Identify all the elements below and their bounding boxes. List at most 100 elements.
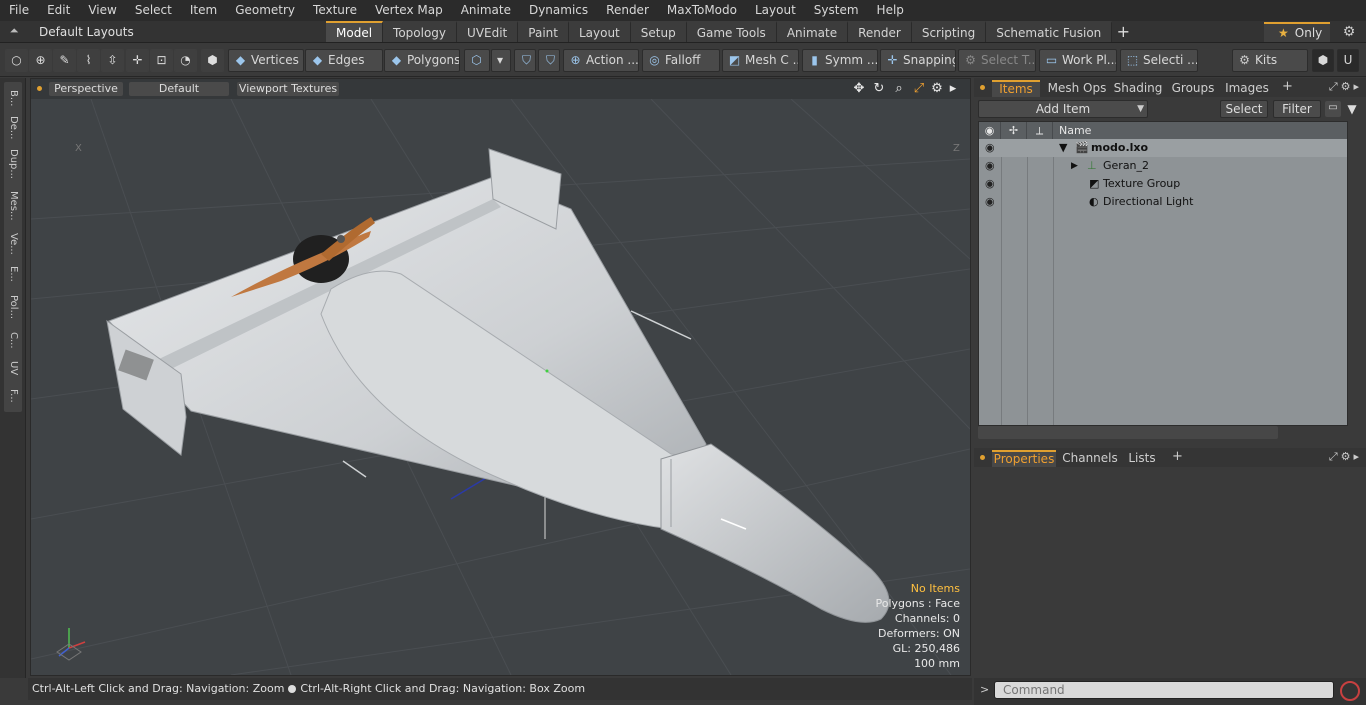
edges-button[interactable]: ◆ Edges	[305, 49, 383, 72]
eye-icon[interactable]: ◉	[985, 175, 999, 193]
globe-icon[interactable]: ⊕	[29, 49, 52, 72]
3d-viewport[interactable]: Perspective Default Viewport Textures ✥ …	[30, 78, 971, 676]
rotate-icon[interactable]: ◔	[174, 49, 197, 72]
lock-header-icon[interactable]: ✢	[1001, 122, 1027, 139]
tab-paint[interactable]: Paint	[518, 21, 569, 42]
symmetry-button[interactable]: ▮ Symm ...	[802, 49, 878, 72]
tab-game-tools[interactable]: Game Tools	[686, 21, 777, 42]
orbit-icon[interactable]: ↻	[871, 81, 887, 97]
layout-dropdown[interactable]: Default Layouts ▾	[30, 23, 140, 57]
symmetry-shield-icon[interactable]: ⛉	[514, 49, 536, 72]
menu-vertex-map[interactable]: Vertex Map	[366, 0, 452, 21]
material-dropdown-icon[interactable]: ▾	[491, 49, 511, 72]
menu-file[interactable]: File	[0, 0, 38, 21]
pan-icon[interactable]: ✥	[851, 81, 867, 97]
tab-properties[interactable]: Properties	[992, 450, 1056, 467]
scale-icon[interactable]: ⊡	[150, 49, 173, 72]
name-column-header[interactable]: Name	[1059, 122, 1159, 139]
tab-render[interactable]: Render	[848, 21, 912, 42]
layout-home-icon[interactable]: ⏶	[4, 24, 24, 40]
tab-topology[interactable]: Topology	[383, 21, 458, 42]
menu-layout[interactable]: Layout	[746, 0, 805, 21]
tab-shading[interactable]: Shading	[1112, 80, 1164, 97]
filter-button[interactable]: Filter	[1273, 100, 1321, 118]
vtab-duplicate[interactable]: Dup...	[4, 146, 22, 182]
polygons-button[interactable]: ◆ Polygons	[384, 49, 460, 72]
item-row-texture-group[interactable]: ◉ ◩ Texture Group	[979, 175, 1347, 193]
tab-uvedit[interactable]: UVEdit	[457, 21, 519, 42]
menu-view[interactable]: View	[79, 0, 125, 21]
tab-animate[interactable]: Animate	[776, 21, 849, 42]
eye-icon[interactable]: ◉	[985, 193, 999, 211]
vtab-deform[interactable]: De...	[4, 114, 22, 142]
maximize-icon[interactable]: ⤢	[911, 81, 927, 97]
menu-maxtomodo[interactable]: MaxToModo	[658, 0, 746, 21]
vtab-mesh-edit[interactable]: Mes...	[4, 186, 22, 226]
vtab-curve[interactable]: C...	[4, 328, 22, 352]
tab-layout[interactable]: Layout	[568, 21, 631, 42]
select-circle-icon[interactable]: ○	[5, 49, 28, 72]
add-tab-icon[interactable]: +	[1112, 21, 1134, 42]
item-row-scene[interactable]: ◉ ▼ 🎬 modo.lxo	[979, 139, 1347, 157]
shading-button[interactable]: Default	[129, 82, 229, 96]
zoom-icon[interactable]: ⌕	[891, 81, 907, 97]
kits-button[interactable]: ⚙ Kits	[1232, 49, 1308, 72]
select-button[interactable]: Select	[1220, 100, 1268, 118]
tab-mesh-ops[interactable]: Mesh Ops	[1046, 80, 1108, 97]
collapse-arrow-icon[interactable]: ▶	[1071, 157, 1078, 175]
tab-items[interactable]: Items	[992, 80, 1040, 97]
menu-texture[interactable]: Texture	[304, 0, 366, 21]
selection-sets-button[interactable]: ⬚ Selecti ...	[1120, 49, 1198, 72]
panel-options-icon[interactable]: ⤢⚙▸	[1329, 80, 1362, 94]
menu-geometry[interactable]: Geometry	[226, 0, 304, 21]
tab-schematic-fusion[interactable]: Schematic Fusion	[986, 21, 1113, 42]
vtab-polygon[interactable]: Pol...	[4, 290, 22, 324]
record-macro-icon[interactable]	[1340, 681, 1360, 701]
tab-channels[interactable]: Channels	[1060, 450, 1120, 467]
unreal-icon[interactable]: U	[1337, 49, 1359, 72]
menu-help[interactable]: Help	[868, 0, 913, 21]
mesh-constraints-button[interactable]: ◩ Mesh C ...	[722, 49, 799, 72]
material-icon[interactable]: ⬡	[464, 49, 490, 72]
menu-render[interactable]: Render	[597, 0, 658, 21]
select-through-button[interactable]: ⚙ Select T...	[958, 49, 1036, 72]
eye-icon[interactable]: ◉	[985, 139, 999, 157]
props-options-icon[interactable]: ⤢⚙▸	[1329, 450, 1362, 464]
add-panel-tab-icon[interactable]: +	[1282, 79, 1293, 94]
symmetry-shield2-icon[interactable]: ⛉	[538, 49, 560, 72]
add-item-button[interactable]: Add Item ▼	[978, 100, 1148, 118]
menu-dynamics[interactable]: Dynamics	[520, 0, 597, 21]
item-mode-icon[interactable]: ⬢	[201, 49, 224, 72]
vtab-fusion[interactable]: F...	[4, 384, 22, 408]
menu-edit[interactable]: Edit	[38, 0, 79, 21]
vtab-uv[interactable]: UV	[4, 356, 22, 380]
viewport-expand-icon[interactable]: ▸	[945, 81, 961, 97]
add-props-tab-icon[interactable]: +	[1172, 449, 1183, 464]
tab-lists[interactable]: Lists	[1126, 450, 1158, 467]
tab-model[interactable]: Model	[326, 21, 384, 42]
pen-icon[interactable]: ✎	[53, 49, 76, 72]
axis-header-icon[interactable]: ⟂	[1027, 122, 1053, 139]
viewport-gear-icon[interactable]: ⚙	[929, 81, 945, 97]
brush-icon[interactable]: ⌇	[77, 49, 100, 72]
funnel-icon[interactable]: ▼	[1344, 101, 1360, 117]
vtab-vertex[interactable]: Ve...	[4, 230, 22, 258]
menu-animate[interactable]: Animate	[452, 0, 520, 21]
tab-images[interactable]: Images	[1222, 80, 1272, 97]
vertices-button[interactable]: ◆ Vertices	[228, 49, 304, 72]
item-row-light[interactable]: ◉ ◐ Directional Light	[979, 193, 1347, 211]
transform-icon[interactable]: ✛	[126, 49, 149, 72]
tab-scripting[interactable]: Scripting	[911, 21, 987, 42]
menu-select[interactable]: Select	[126, 0, 181, 21]
move-icon[interactable]: ⇳	[101, 49, 124, 72]
collapse-icon[interactable]: ▭	[1325, 101, 1341, 117]
command-arrow-icon[interactable]: >	[980, 683, 989, 696]
vtab-basic[interactable]: B...	[4, 86, 22, 110]
tab-groups[interactable]: Groups	[1168, 80, 1218, 97]
view-mode-button[interactable]: Perspective	[49, 82, 123, 96]
unity-icon[interactable]: ⬢	[1312, 49, 1334, 72]
vtab-edge[interactable]: E...	[4, 262, 22, 286]
command-input[interactable]	[994, 681, 1334, 699]
falloff-button[interactable]: ◎ Falloff	[642, 49, 720, 72]
menu-system[interactable]: System	[805, 0, 868, 21]
